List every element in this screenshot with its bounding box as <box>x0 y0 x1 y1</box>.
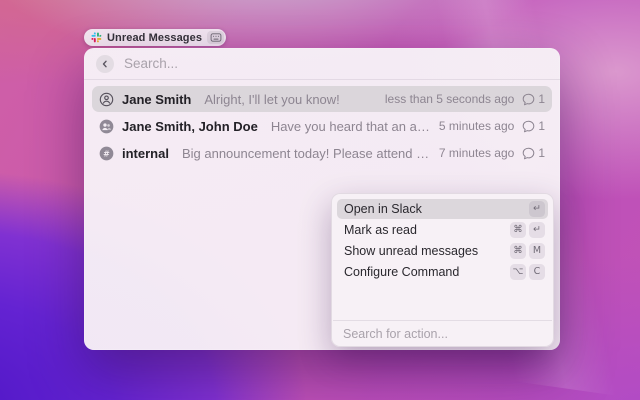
chat-bubble-icon <box>522 147 535 160</box>
message-row[interactable]: Jane Smith Alright, I'll let you know! l… <box>92 86 552 112</box>
chevron-left-icon <box>100 59 110 69</box>
m-key: M <box>529 243 545 259</box>
action-item-mark-as-read[interactable]: Mark as read ⌘ ↵ <box>337 220 548 240</box>
command-key: ⌘ <box>510 222 526 238</box>
action-item-label: Show unread messages <box>344 244 478 258</box>
action-item-configure-command[interactable]: Configure Command ⌥ C <box>337 262 548 282</box>
message-row[interactable]: Jane Smith, John Doe Have you heard that… <box>92 113 552 139</box>
action-item-label: Configure Command <box>344 265 459 279</box>
message-preview: Big announcement today! Please attend th… <box>182 146 431 161</box>
action-search-input[interactable] <box>332 321 553 346</box>
command-chip[interactable]: Unread Messages <box>84 29 226 46</box>
action-panel: Open in Slack ↵ Mark as read ⌘ ↵ Show un… <box>331 193 554 347</box>
back-button[interactable] <box>96 55 114 73</box>
return-key: ↵ <box>529 222 545 238</box>
message-row[interactable]: # internal Big announcement today! Pleas… <box>92 140 552 166</box>
action-item-label: Mark as read <box>344 223 417 237</box>
reply-count-value: 1 <box>538 146 545 160</box>
action-item-open-in-slack[interactable]: Open in Slack ↵ <box>337 199 548 219</box>
reply-count-value: 1 <box>538 119 545 133</box>
reply-count: 1 <box>522 92 545 106</box>
action-item-show-unread-messages[interactable]: Show unread messages ⌘ M <box>337 241 548 261</box>
action-panel-items: Open in Slack ↵ Mark as read ⌘ ↵ Show un… <box>332 194 553 287</box>
svg-text:#: # <box>103 149 110 158</box>
c-key: C <box>529 264 545 280</box>
message-title: internal <box>122 146 169 161</box>
message-time: 5 minutes ago <box>439 119 514 133</box>
shortcut-keys: ⌥ C <box>510 264 545 280</box>
person-icon <box>99 92 114 107</box>
message-preview: Have you heard that an announcement is c… <box>271 119 431 134</box>
people-icon <box>99 119 114 134</box>
message-time: less than 5 seconds ago <box>385 92 514 106</box>
raycast-window: Jane Smith Alright, I'll let you know! l… <box>84 48 560 350</box>
option-key: ⌥ <box>510 264 526 280</box>
hash-icon: # <box>99 146 114 161</box>
shortcut-keys: ↵ <box>529 201 545 217</box>
message-title: Jane Smith, John Doe <box>122 119 258 134</box>
shortcut-keys: ⌘ M <box>510 243 545 259</box>
reply-count: 1 <box>522 146 545 160</box>
desktop: Unread Messages Jane Smith Alright, I'll… <box>0 0 640 400</box>
chat-bubble-icon <box>522 93 535 106</box>
slack-icon <box>91 32 102 43</box>
search-bar <box>84 48 560 79</box>
panel-spacer <box>332 287 553 320</box>
message-time: 7 minutes ago <box>439 146 514 160</box>
action-item-label: Open in Slack <box>344 202 422 216</box>
keyboard-icon <box>207 31 224 44</box>
message-title: Jane Smith <box>122 92 191 107</box>
reply-count-value: 1 <box>538 92 545 106</box>
reply-count: 1 <box>522 119 545 133</box>
message-list: Jane Smith Alright, I'll let you know! l… <box>84 80 560 166</box>
command-chip-label: Unread Messages <box>107 32 202 44</box>
return-key: ↵ <box>529 201 545 217</box>
chat-bubble-icon <box>522 120 535 133</box>
command-key: ⌘ <box>510 243 526 259</box>
message-preview: Alright, I'll let you know! <box>204 92 377 107</box>
search-input[interactable] <box>124 56 548 71</box>
shortcut-keys: ⌘ ↵ <box>510 222 545 238</box>
